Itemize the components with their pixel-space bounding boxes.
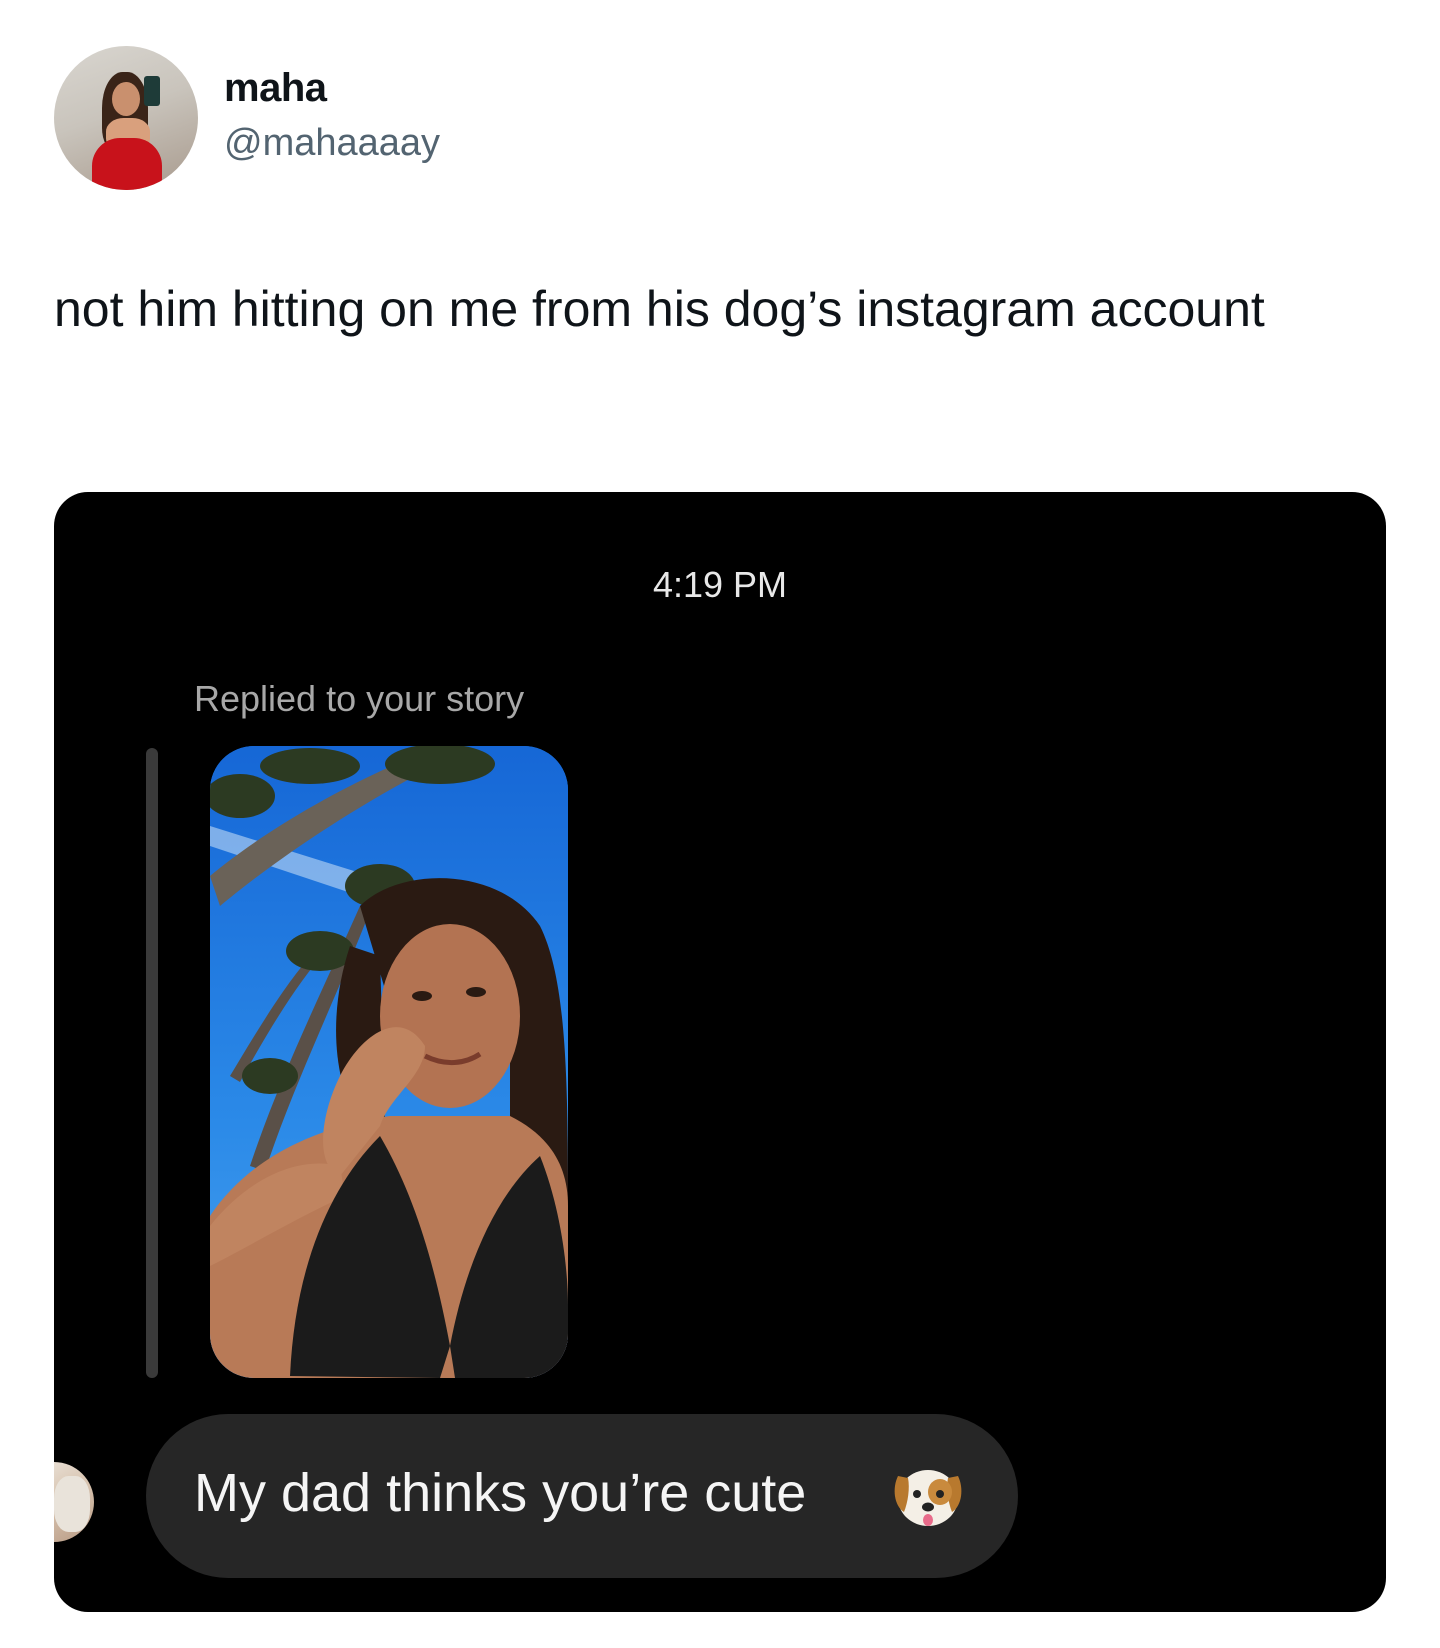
avatar-phone <box>144 76 160 106</box>
dog-face-icon <box>894 1470 962 1526</box>
author-handle[interactable]: @mahaaaay <box>224 122 440 165</box>
tweet-media-image[interactable]: 4:19 PM Replied to your story My dad thi… <box>54 492 1386 1612</box>
story-photo <box>210 746 568 1378</box>
avatar-clothing <box>92 138 162 190</box>
avatar-face <box>112 82 140 116</box>
message-timestamp: 4:19 PM <box>652 564 788 605</box>
sender-avatar[interactable] <box>54 1462 94 1542</box>
reply-indicator-bar <box>146 748 158 1378</box>
author-display-name[interactable]: maha <box>224 66 327 111</box>
author-avatar[interactable] <box>54 46 198 190</box>
tweet-text: not him hitting on me from his dog’s ins… <box>54 281 1265 337</box>
message-bubble[interactable]: My dad thinks you’re cute <box>146 1414 1018 1578</box>
message-text: My dad thinks you’re cute <box>194 1463 807 1523</box>
sender-avatar-dog <box>54 1476 90 1532</box>
story-reply-label: Replied to your story <box>194 678 525 719</box>
story-thumbnail[interactable] <box>210 746 568 1378</box>
